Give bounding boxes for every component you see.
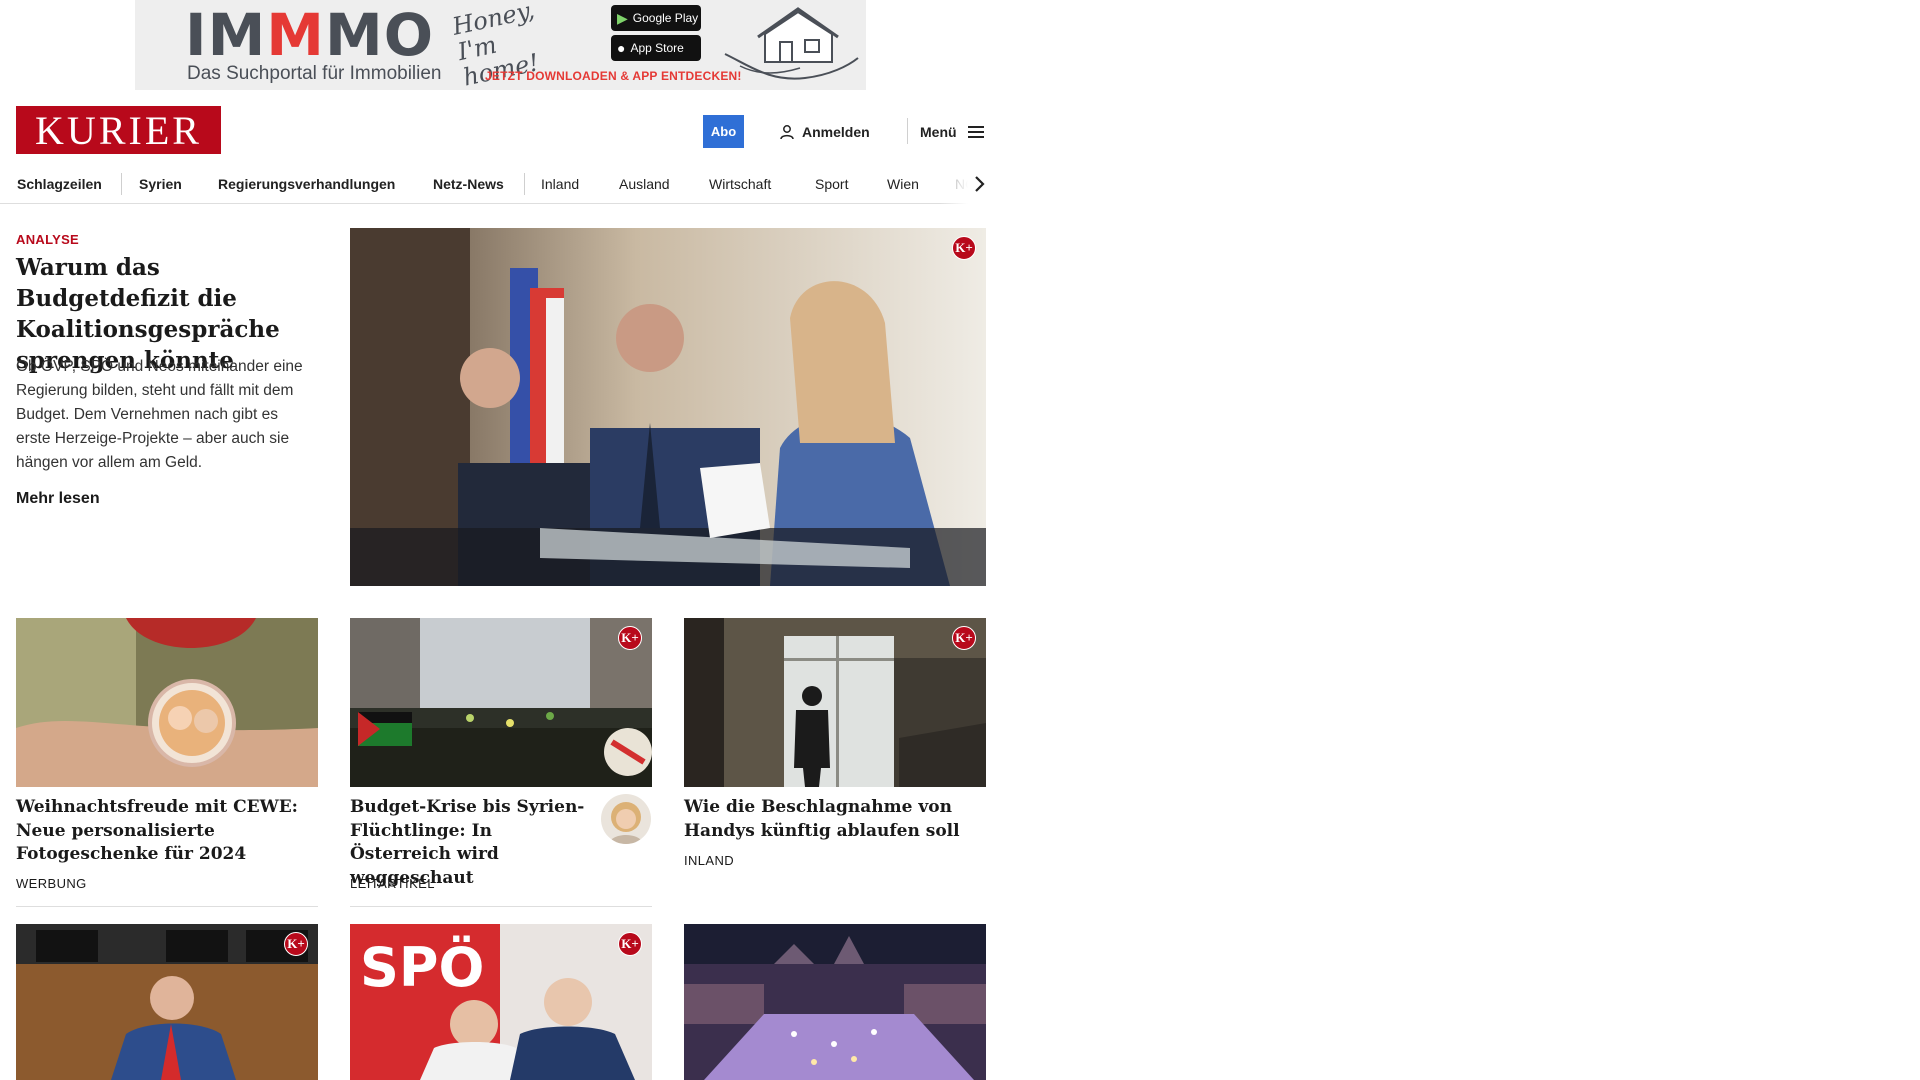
card-image-parliament[interactable]: K+: [16, 924, 318, 1080]
nav-item-syrien[interactable]: Syrien: [139, 164, 182, 204]
ad-banner[interactable]: IMMMO Das Suchportal für Immobilien Hone…: [135, 0, 866, 90]
photo-spoe-politicians: SPÖ: [350, 924, 652, 1080]
nav-item-wien[interactable]: Wien: [887, 164, 919, 204]
photo-christmas-market: [684, 924, 986, 1080]
k-plus-badge: K+: [618, 932, 642, 956]
lead-teaser: Ob ÖVP, SPÖ und Neos miteinander eine Re…: [16, 358, 303, 471]
card-category: INLAND: [684, 853, 735, 868]
nav-item-netz-news[interactable]: Netz-News: [433, 164, 504, 204]
nav-item-inland[interactable]: Inland: [541, 164, 579, 204]
card-title[interactable]: Weihnachtsfreude mit CEWE: Neue personal…: [16, 796, 320, 867]
photo-demonstration: [350, 618, 652, 787]
k-plus-badge: K+: [618, 626, 642, 650]
k-plus-badge: K+: [284, 932, 308, 956]
login-button[interactable]: Anmelden: [779, 115, 870, 148]
author-avatar[interactable]: [601, 794, 651, 844]
card-title[interactable]: Wie die Beschlagnahme von Handys künftig…: [684, 796, 988, 843]
user-icon: [780, 124, 794, 139]
card-divider: [350, 906, 652, 907]
card-image-spoe[interactable]: SPÖ K+: [350, 924, 652, 1080]
header-divider: [907, 118, 908, 144]
k-plus-badge: K+: [952, 236, 976, 260]
ad-tagline: Das Suchportal für Immobilien: [187, 63, 442, 84]
app-store-badge[interactable]: ● App Store: [611, 35, 701, 61]
nav-item-wirtschaft[interactable]: Wirtschaft: [709, 164, 771, 204]
google-play-badge[interactable]: ▶ Google Play: [611, 5, 701, 31]
card-image-demo[interactable]: K+: [350, 618, 652, 787]
ad-brand: IMMMO: [185, 1, 435, 69]
press-conference-photo: [350, 228, 986, 586]
house-in-hand-icon: [724, 7, 859, 80]
ad-cta: JETZT DOWNLOADEN & APP ENTDECKEN!: [485, 69, 742, 83]
read-more-link[interactable]: Mehr lesen: [16, 490, 100, 508]
lead-kicker: ANALYSE: [16, 232, 80, 247]
card-divider: [16, 906, 318, 907]
nav-item-ausland[interactable]: Ausland: [619, 164, 670, 204]
login-label: Anmelden: [802, 123, 870, 140]
chevron-right-icon[interactable]: [967, 172, 991, 196]
card-category: WERBUNG: [16, 876, 87, 891]
card-category: LEITARTIKEL: [350, 876, 435, 891]
abo-button[interactable]: Abo: [703, 115, 744, 148]
photo-silhouette: [684, 618, 986, 787]
nav-item-regierungsverhandlungen[interactable]: Regierungsverhandlungen: [218, 164, 395, 204]
section-nav: Schlagzeilen Syrien Regierungsverhandlun…: [0, 164, 1002, 204]
nav-item-schlagzeilen[interactable]: Schlagzeilen: [17, 164, 102, 204]
nav-divider: [524, 173, 525, 195]
card-image-cewe[interactable]: [16, 618, 318, 787]
nav-item-sport[interactable]: Sport: [815, 164, 848, 204]
lead-image[interactable]: K+: [350, 228, 986, 586]
card-image-phone-seizure[interactable]: K+: [684, 618, 986, 787]
kurier-logo[interactable]: KURIER: [16, 106, 221, 154]
photo-ornament: [16, 618, 318, 787]
k-plus-badge: K+: [952, 626, 976, 650]
card-image-christmas-market[interactable]: [684, 924, 986, 1080]
hamburger-icon: [967, 125, 984, 138]
apple-icon: ●: [617, 40, 626, 56]
menu-label: Menü: [920, 123, 957, 140]
author-photo: [601, 794, 651, 844]
play-icon: ▶: [617, 9, 628, 26]
menu-button[interactable]: Menü: [920, 115, 985, 148]
photo-politician-seated: [16, 924, 318, 1080]
spoe-sign: SPÖ: [360, 936, 484, 999]
nav-divider: [121, 173, 122, 195]
